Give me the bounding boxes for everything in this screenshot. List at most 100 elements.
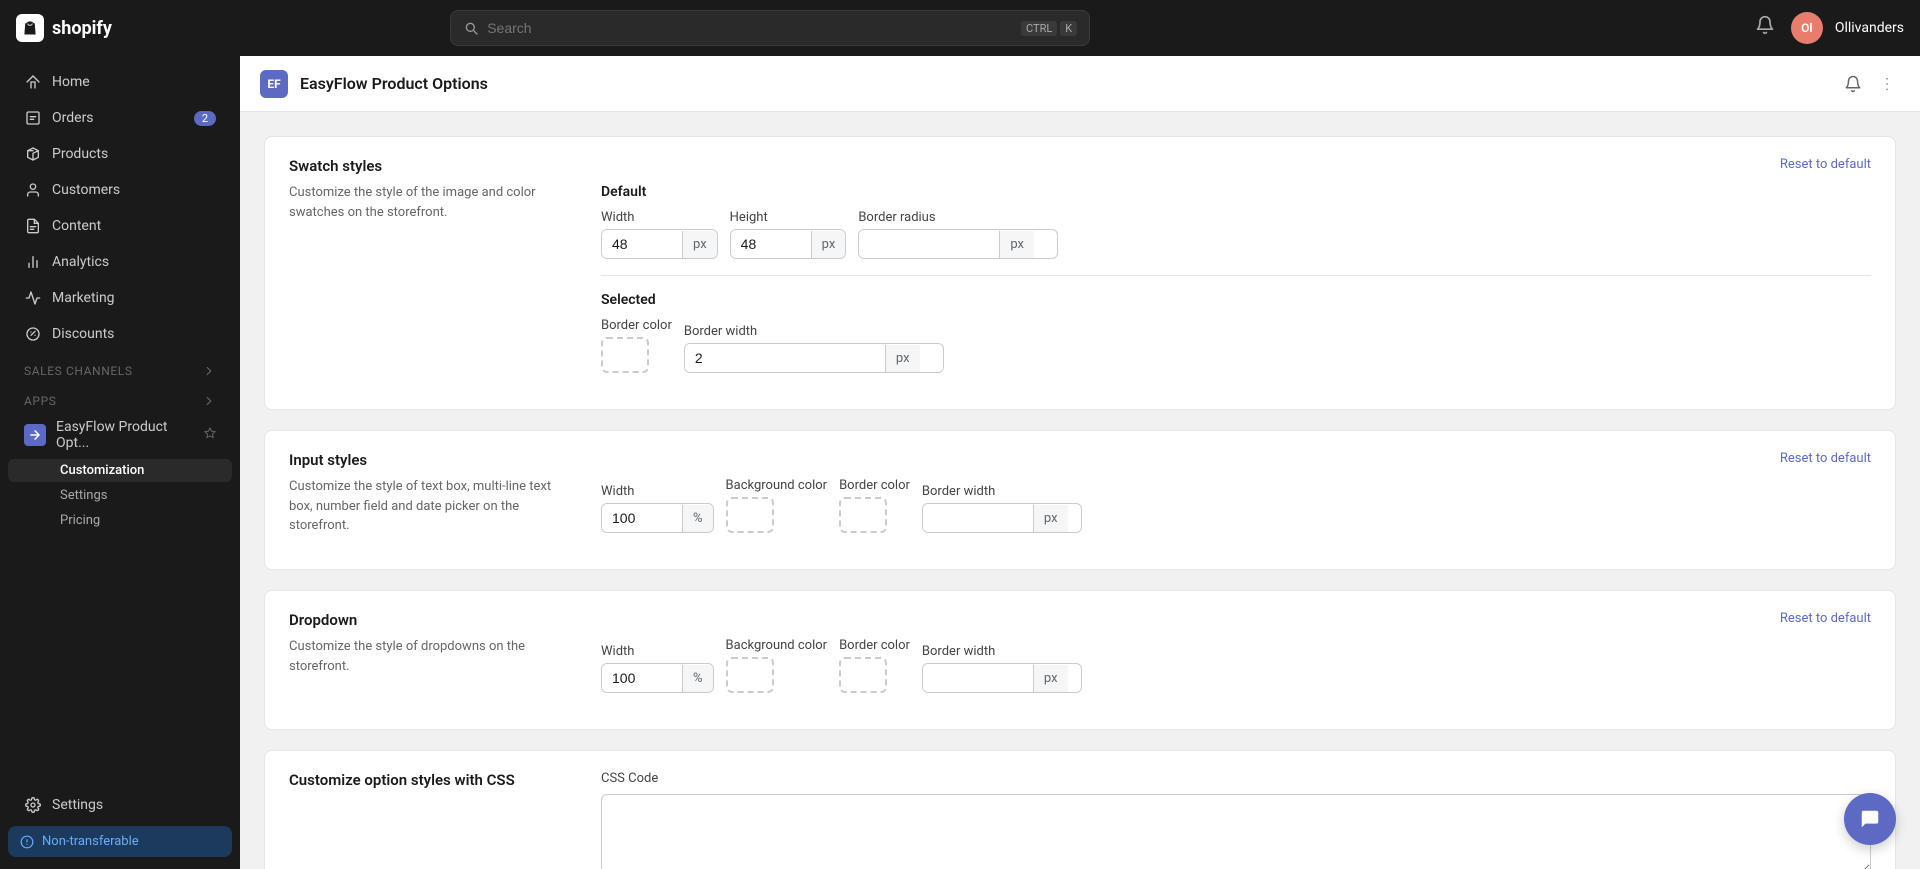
swatch-default-group: Default Width px Height <box>601 184 1871 373</box>
topnav-right: Ol Ollivanders <box>1751 11 1904 45</box>
input-border-color-swatch[interactable] <box>839 497 887 533</box>
shopify-logo[interactable]: shopify <box>16 14 112 42</box>
swatch-width-input[interactable] <box>602 230 682 258</box>
swatch-border-width-input[interactable] <box>685 344 885 372</box>
dropdown-width-input-group: % <box>601 663 714 693</box>
sales-channels-section: Sales channels <box>0 352 240 382</box>
sidebar-item-label: Discounts <box>52 326 114 342</box>
marketing-icon <box>24 289 42 307</box>
swatch-height-input-group: px <box>730 229 847 259</box>
input-width-label: Width <box>601 484 714 499</box>
dropdown-section-left: Dropdown Customize the style of dropdown… <box>289 611 569 709</box>
sidebar-item-analytics[interactable]: Analytics <box>8 245 232 279</box>
input-border-width-label: Border width <box>922 484 1082 499</box>
dropdown-border-color-swatch[interactable] <box>839 657 887 693</box>
sidebar-sub-customization[interactable]: Customization <box>8 459 232 482</box>
search-bar[interactable]: CTRL K <box>450 10 1090 46</box>
dropdown-fields-row: Width % Background color <box>601 638 1871 693</box>
sidebar-item-products[interactable]: Products <box>8 137 232 171</box>
orders-icon <box>24 109 42 127</box>
sidebar-sub-settings[interactable]: Settings <box>8 484 232 507</box>
sidebar-item-marketing[interactable]: Marketing <box>8 281 232 315</box>
swatch-border-radius-input-group: px <box>858 229 1058 259</box>
dropdown-reset-link[interactable]: Reset to default <box>1780 611 1871 626</box>
content-area: Swatch styles Customize the style of the… <box>240 112 1920 869</box>
settings-icon <box>24 796 42 814</box>
main-area: EF EasyFlow Product Options Swatch style… <box>240 56 1920 869</box>
input-width-unit: % <box>682 505 713 532</box>
css-code-label: CSS Code <box>601 771 1871 786</box>
swatch-section-left: Swatch styles Customize the style of the… <box>289 157 569 389</box>
sidebar-item-customers[interactable]: Customers <box>8 173 232 207</box>
css-section-right: CSS Code <box>601 771 1871 869</box>
dropdown-section-title: Dropdown <box>289 611 569 629</box>
sidebar-sub-pricing[interactable]: Pricing <box>8 509 232 532</box>
search-icon <box>463 20 479 36</box>
swatch-border-radius-unit: px <box>999 231 1034 258</box>
css-section: Customize option styles with CSS CSS Cod… <box>264 750 1896 869</box>
swatch-height-input[interactable] <box>731 230 811 258</box>
sidebar-item-discounts[interactable]: Discounts <box>8 317 232 351</box>
nontransferable-label: Non-transferable <box>42 834 139 849</box>
input-reset-link[interactable]: Reset to default <box>1780 451 1871 466</box>
sidebar-item-label: Content <box>52 218 101 234</box>
content-icon <box>24 217 42 235</box>
swatch-height-label: Height <box>730 210 847 225</box>
dropdown-border-color-field: Border color <box>839 638 910 693</box>
css-code-textarea[interactable] <box>601 794 1871 869</box>
swatch-reset-link[interactable]: Reset to default <box>1780 157 1871 172</box>
swatch-border-color-field: Border color <box>601 318 672 373</box>
avatar[interactable]: Ol <box>1791 12 1823 44</box>
input-bg-color-field: Background color <box>726 478 828 533</box>
sidebar-item-settings[interactable]: Settings <box>8 788 232 822</box>
swatch-section-desc: Customize the style of the image and col… <box>289 183 569 222</box>
bell-icon-button[interactable] <box>1840 71 1866 97</box>
dropdown-width-input[interactable] <box>602 664 682 692</box>
dropdown-border-color-label: Border color <box>839 638 910 653</box>
swatch-section-title: Swatch styles <box>289 157 569 175</box>
swatch-border-radius-input[interactable] <box>859 230 999 258</box>
swatch-selected-fields-row: Border color Border width px <box>601 318 1871 373</box>
swatch-border-color-label: Border color <box>601 318 672 333</box>
input-border-width-input[interactable] <box>923 504 1033 532</box>
sidebar-item-home[interactable]: Home <box>8 65 232 99</box>
swatch-border-radius-field: Border radius px <box>858 210 1058 259</box>
css-section-left: Customize option styles with CSS <box>289 771 569 869</box>
app-title: EasyFlow Product Options <box>300 74 488 93</box>
sidebar-item-label: Marketing <box>52 290 115 306</box>
swatch-border-color-swatch[interactable] <box>601 337 649 373</box>
swatch-default-subsection-title: Default <box>601 184 1871 200</box>
dropdown-bg-color-swatch[interactable] <box>726 657 774 693</box>
sidebar-item-label: Orders <box>52 110 94 126</box>
swatch-height-field: Height px <box>730 210 847 259</box>
dropdown-bg-color-field: Background color <box>726 638 828 693</box>
input-border-color-field: Border color <box>839 478 910 533</box>
input-width-input[interactable] <box>602 504 682 532</box>
swatch-selected-subsection-title: Selected <box>601 292 1871 308</box>
sidebar-item-content[interactable]: Content <box>8 209 232 243</box>
dropdown-border-width-unit: px <box>1033 665 1068 692</box>
customers-icon <box>24 181 42 199</box>
swatch-border-radius-label: Border radius <box>858 210 1058 225</box>
sidebar-app-easyflow[interactable]: EasyFlow Product Opt... <box>8 413 232 457</box>
css-section-title: Customize option styles with CSS <box>289 771 569 789</box>
sidebar-item-orders[interactable]: Orders 2 <box>8 101 232 135</box>
swatch-section-right: Reset to default Default Width px <box>601 157 1871 389</box>
dropdown-border-width-input-group: px <box>922 663 1082 693</box>
swatch-width-input-group: px <box>601 229 718 259</box>
chat-button[interactable] <box>1844 793 1896 845</box>
more-options-button[interactable] <box>1874 71 1900 97</box>
sidebar-item-label: Products <box>52 146 108 162</box>
input-fields-row: Width % Background color <box>601 478 1871 533</box>
notifications-button[interactable] <box>1751 11 1779 45</box>
top-navigation: shopify CTRL K Ol Ollivanders <box>0 0 1920 56</box>
input-bg-color-swatch[interactable] <box>726 497 774 533</box>
search-input[interactable] <box>487 20 1013 36</box>
app-icon <box>24 424 46 446</box>
dropdown-border-width-input[interactable] <box>923 664 1033 692</box>
input-section-left: Input styles Customize the style of text… <box>289 451 569 549</box>
dropdown-width-label: Width <box>601 644 714 659</box>
chat-icon <box>1859 808 1881 830</box>
nontransferable-badge[interactable]: Non-transferable <box>8 826 232 857</box>
input-border-width-field: Border width px <box>922 484 1082 533</box>
